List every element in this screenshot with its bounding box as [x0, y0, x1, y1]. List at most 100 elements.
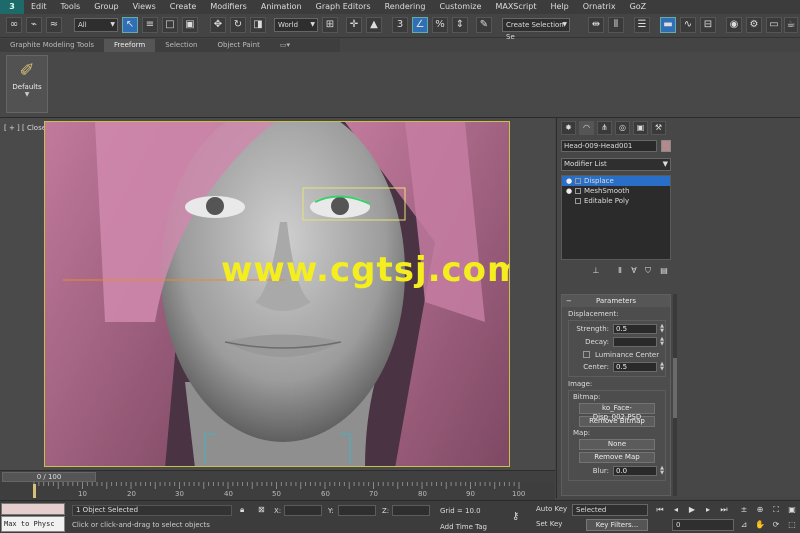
- stack-item-meshsmooth[interactable]: ● MeshSmooth: [562, 186, 670, 196]
- selection-filter-dropdown[interactable]: All ▼: [74, 18, 118, 32]
- spinner-snap-icon[interactable]: ⇕: [452, 17, 468, 33]
- go-to-end-icon[interactable]: ⏭: [718, 504, 730, 516]
- tab-freeform[interactable]: Freeform: [104, 39, 156, 52]
- rect-select-icon[interactable]: □: [162, 17, 178, 33]
- display-tab-icon[interactable]: ▣: [633, 121, 648, 135]
- map-button[interactable]: None: [579, 439, 655, 450]
- object-name-field[interactable]: Head-009-Head001: [561, 140, 657, 152]
- strength-spinner-icon[interactable]: ▲ ▼: [660, 324, 664, 334]
- next-frame-icon[interactable]: ▸: [702, 504, 714, 516]
- ribbon-toggle-icon[interactable]: ▬: [660, 17, 676, 33]
- window-crossing-icon[interactable]: ▣: [182, 17, 198, 33]
- menu-maxscript[interactable]: MAXScript: [488, 0, 543, 14]
- zoom-all-icon[interactable]: ⊕: [754, 504, 766, 516]
- modify-tab-icon[interactable]: ◠: [579, 121, 594, 135]
- time-slider-track[interactable]: 0 / 100: [0, 470, 555, 482]
- scale-icon[interactable]: ◨: [250, 17, 266, 33]
- pin-stack-icon[interactable]: ⊥: [589, 264, 603, 277]
- luminance-center-checkbox[interactable]: [583, 351, 590, 358]
- ribbon-options-icon[interactable]: ▭▾: [270, 39, 300, 52]
- menu-create[interactable]: Create: [163, 0, 204, 14]
- decay-spinner-icon[interactable]: ▲ ▼: [660, 337, 664, 347]
- select-icon[interactable]: ↖: [122, 17, 138, 33]
- maxscript-mini-listener[interactable]: Max to Physc: [1, 516, 65, 532]
- set-key-button[interactable]: Set Key: [536, 520, 568, 531]
- material-editor-icon[interactable]: ◉: [726, 17, 742, 33]
- keyboard-shortcut-icon[interactable]: ▲: [366, 17, 382, 33]
- menu-tools[interactable]: Tools: [54, 0, 88, 14]
- absolute-mode-icon[interactable]: ⊠: [258, 505, 265, 514]
- zoom-icon[interactable]: ±: [738, 504, 750, 516]
- render-icon[interactable]: ☕: [784, 17, 798, 33]
- hierarchy-tab-icon[interactable]: ⋔: [597, 121, 612, 135]
- menu-rendering[interactable]: Rendering: [378, 0, 433, 14]
- remove-modifier-icon[interactable]: ⛉: [641, 264, 655, 277]
- select-by-name-icon[interactable]: ≡: [142, 17, 158, 33]
- render-setup-icon[interactable]: ⚙: [746, 17, 762, 33]
- key-filters-button[interactable]: Key Filters...: [586, 519, 648, 531]
- menu-modifiers[interactable]: Modifiers: [203, 0, 254, 14]
- pan-icon[interactable]: ✋: [754, 519, 766, 531]
- ref-coord-dropdown[interactable]: World ▼: [274, 18, 318, 32]
- utilities-tab-icon[interactable]: ⚒: [651, 121, 666, 135]
- light-bulb-icon[interactable]: ●: [566, 186, 572, 196]
- move-icon[interactable]: ✥: [210, 17, 226, 33]
- center-input[interactable]: 0.5: [613, 362, 657, 372]
- zoom-extents-icon[interactable]: ⛶: [770, 504, 782, 516]
- mirror-icon[interactable]: ⇹: [588, 17, 604, 33]
- lock-icon[interactable]: 🔒︎: [240, 505, 244, 515]
- maxscript-listener-output[interactable]: [1, 503, 65, 515]
- time-slider[interactable]: 0 / 100: [2, 472, 96, 482]
- pivot-icon[interactable]: ⊞: [322, 17, 338, 33]
- rotate-icon[interactable]: ↻: [230, 17, 246, 33]
- panel-scrollbar-thumb[interactable]: [673, 358, 677, 418]
- edit-named-selection-icon[interactable]: ✎: [476, 17, 492, 33]
- play-icon[interactable]: ▶: [686, 504, 698, 516]
- fov-icon[interactable]: ⊿: [738, 519, 750, 531]
- create-tab-icon[interactable]: ✸: [561, 121, 576, 135]
- remove-bitmap-button[interactable]: Remove Bitmap: [579, 416, 655, 427]
- modifier-list-dropdown[interactable]: Modifier List ▼: [561, 158, 671, 171]
- menu-ornatrix[interactable]: Ornatrix: [576, 0, 623, 14]
- stack-item-editable-poly[interactable]: Editable Poly: [562, 196, 670, 206]
- auto-key-button[interactable]: Auto Key: [536, 505, 568, 516]
- z-coord-field[interactable]: [392, 505, 430, 516]
- expand-box-icon[interactable]: [575, 198, 581, 204]
- decay-input[interactable]: [613, 337, 657, 347]
- menu-group[interactable]: Group: [87, 0, 125, 14]
- maximize-viewport-icon[interactable]: ⬚: [786, 519, 798, 531]
- expand-box-icon[interactable]: [575, 188, 581, 194]
- key-mode-dropdown[interactable]: Selected: [572, 504, 648, 516]
- blur-spinner-icon[interactable]: ▲ ▼: [660, 466, 664, 476]
- align-icon[interactable]: ⫴: [608, 17, 624, 33]
- named-selection-dropdown[interactable]: Create Selection Se ▼: [502, 18, 570, 41]
- center-spinner-icon[interactable]: ▲ ▼: [660, 362, 664, 372]
- remove-map-button[interactable]: Remove Map: [579, 452, 655, 463]
- layer-icon[interactable]: ☰: [634, 17, 650, 33]
- x-coord-field[interactable]: [284, 505, 322, 516]
- current-frame-field[interactable]: 0: [672, 519, 734, 531]
- snap-icon[interactable]: 3: [392, 17, 408, 33]
- parameters-header[interactable]: − Parameters: [562, 295, 670, 307]
- tab-graphite-modeling-tools[interactable]: Graphite Modeling Tools: [0, 39, 104, 52]
- menu-help[interactable]: Help: [544, 0, 576, 14]
- schematic-icon[interactable]: ⊟: [700, 17, 716, 33]
- viewport[interactable]: www.cgtsj.com: [44, 121, 510, 467]
- menu-edit[interactable]: Edit: [24, 0, 54, 14]
- chevron-down-icon[interactable]: ▼: [7, 91, 47, 98]
- light-bulb-icon[interactable]: ●: [566, 176, 572, 186]
- angle-snap-icon[interactable]: ∠: [412, 17, 428, 33]
- expand-box-icon[interactable]: [575, 178, 581, 184]
- bitmap-button[interactable]: ko_Face-Disp_002.PSD: [579, 403, 655, 421]
- add-time-tag[interactable]: Add Time Tag: [440, 523, 487, 531]
- stack-item-displace[interactable]: ● Displace: [562, 176, 670, 186]
- link-icon[interactable]: ∞: [6, 17, 22, 33]
- tab-object-paint[interactable]: Object Paint: [207, 39, 269, 52]
- menu-goz[interactable]: GoZ: [623, 0, 654, 14]
- show-end-result-icon[interactable]: Ⅱ: [613, 264, 627, 277]
- manipulate-icon[interactable]: ✛: [346, 17, 362, 33]
- go-to-start-icon[interactable]: ⏮: [654, 504, 666, 516]
- defaults-button[interactable]: ✐ Defaults ▼: [6, 55, 48, 113]
- trackbar[interactable]: 10 20 30 40 50 60 70 80 90 100: [0, 482, 555, 500]
- menu-animation[interactable]: Animation: [254, 0, 309, 14]
